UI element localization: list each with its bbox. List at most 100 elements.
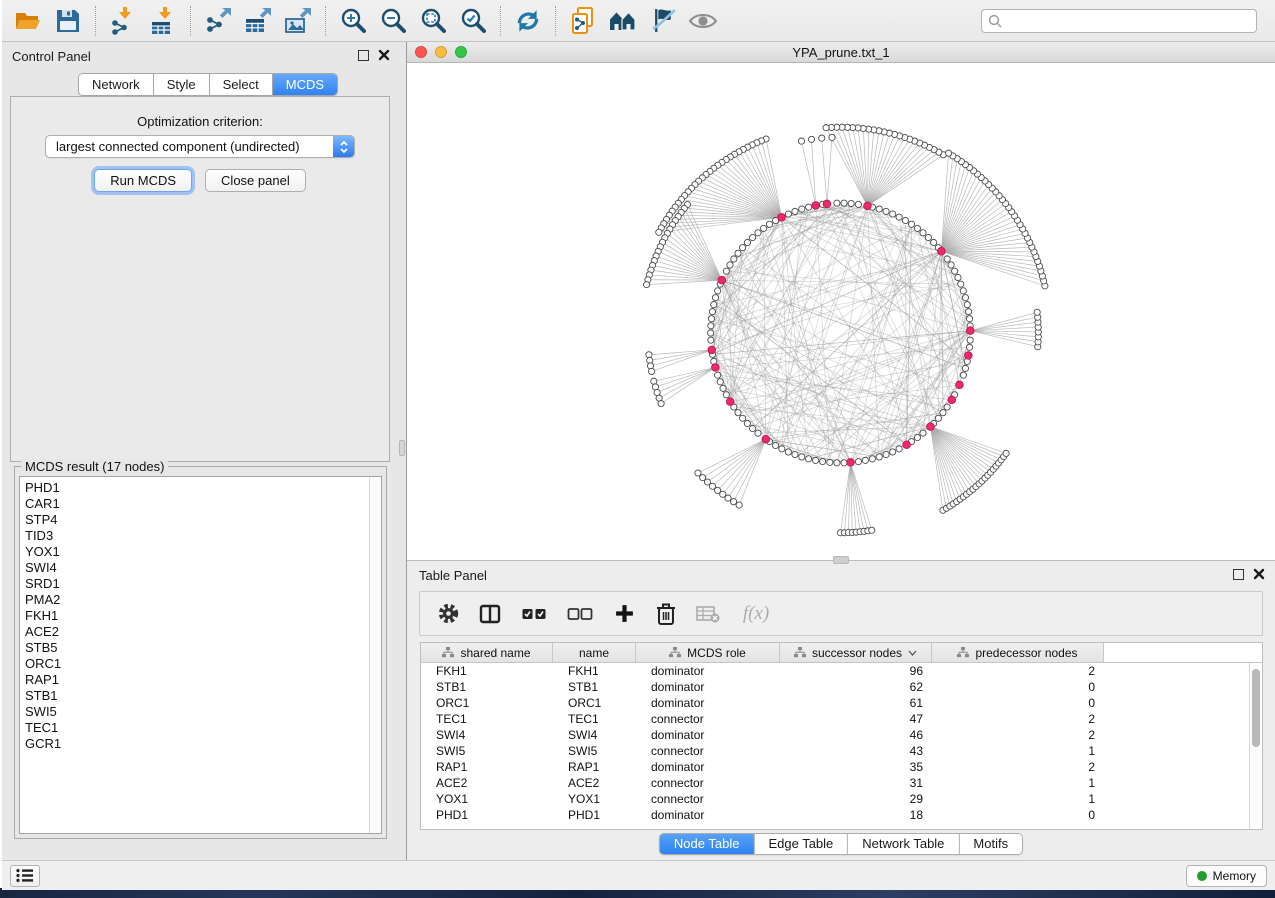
float-table-panel-icon[interactable] xyxy=(1233,569,1244,580)
mcds-result-item[interactable]: STP4 xyxy=(25,512,381,528)
open-session-button[interactable] xyxy=(8,3,48,39)
graph-node[interactable] xyxy=(750,234,756,240)
graph-node[interactable] xyxy=(806,456,812,462)
graph-edge[interactable] xyxy=(650,350,712,360)
zoom-out-button[interactable] xyxy=(373,3,413,39)
graph-mcds-node[interactable] xyxy=(712,364,720,372)
graph-edge[interactable] xyxy=(703,439,766,477)
graph-node[interactable] xyxy=(708,323,714,329)
graph-edge[interactable] xyxy=(652,350,712,371)
graph-node[interactable] xyxy=(966,344,972,350)
graph-node[interactable] xyxy=(723,392,729,398)
mcds-result-item[interactable]: SWI5 xyxy=(25,704,381,720)
maximize-window-icon[interactable] xyxy=(455,46,467,58)
graph-mcds-node[interactable] xyxy=(956,381,964,389)
graph-mcds-node[interactable] xyxy=(726,398,734,406)
graph-node[interactable] xyxy=(944,404,950,410)
graph-edge[interactable] xyxy=(867,147,929,206)
graph-node[interactable] xyxy=(740,415,746,421)
mcds-result-item[interactable]: PMA2 xyxy=(25,592,381,608)
graph-edge[interactable] xyxy=(718,439,766,490)
minimize-window-icon[interactable] xyxy=(435,46,447,58)
task-history-button[interactable] xyxy=(10,865,40,887)
graph-node[interactable] xyxy=(966,316,972,322)
export-network-button[interactable] xyxy=(198,3,238,39)
graph-edge[interactable] xyxy=(722,280,879,457)
graph-node[interactable] xyxy=(896,214,902,220)
vertical-splitter[interactable] xyxy=(398,42,407,860)
table-row[interactable]: TEC1TEC1connector472 xyxy=(421,711,1249,727)
tab-mcds[interactable]: MCDS xyxy=(273,74,337,95)
tab-style[interactable]: Style xyxy=(154,74,210,95)
graph-node[interactable] xyxy=(958,281,964,287)
graph-edge[interactable] xyxy=(718,165,782,217)
mcds-result-item[interactable]: YOX1 xyxy=(25,544,381,560)
graph-node[interactable] xyxy=(896,446,902,452)
delete-table-button[interactable] xyxy=(694,599,722,629)
mcds-result-item[interactable]: STB1 xyxy=(25,688,381,704)
graph-node[interactable] xyxy=(723,268,729,274)
graph-node[interactable] xyxy=(902,217,908,223)
graph-edge[interactable] xyxy=(827,137,832,203)
close-window-icon[interactable] xyxy=(415,46,427,58)
graph-edge[interactable] xyxy=(647,280,722,284)
mcds-result-item[interactable]: CAR1 xyxy=(25,496,381,512)
mcds-result-item[interactable]: ACE2 xyxy=(25,624,381,640)
graph-node[interactable] xyxy=(785,449,791,455)
graph-node[interactable] xyxy=(869,456,875,462)
graph-node[interactable] xyxy=(792,208,798,214)
graph-edge[interactable] xyxy=(657,367,715,392)
graph-edge[interactable] xyxy=(661,367,715,403)
mcds-result-item[interactable]: SWI4 xyxy=(25,560,381,576)
tab-node-table[interactable]: Node Table xyxy=(660,834,755,854)
graph-node[interactable] xyxy=(760,225,766,231)
graph-edge[interactable] xyxy=(886,326,970,455)
graph-mcds-node[interactable] xyxy=(927,423,935,431)
mcds-result-item[interactable]: PHD1 xyxy=(25,480,381,496)
graph-node[interactable] xyxy=(766,221,772,227)
zoom-selected-button[interactable] xyxy=(453,3,493,39)
network-window-titlebar[interactable]: YPA_prune.txt_1 xyxy=(407,42,1275,63)
graph-node[interactable] xyxy=(920,430,926,436)
graph-edge[interactable] xyxy=(654,367,716,381)
table-row[interactable]: FKH1FKH1dominator962 xyxy=(421,663,1249,679)
graph-mcds-node[interactable] xyxy=(823,200,831,208)
network-canvas[interactable] xyxy=(407,63,1275,560)
table-scrollbar[interactable] xyxy=(1249,663,1262,829)
graph-edge[interactable] xyxy=(941,251,1039,266)
graph-node[interactable] xyxy=(799,206,805,212)
tab-select[interactable]: Select xyxy=(210,74,273,95)
graph-mcds-node[interactable] xyxy=(903,441,911,449)
graph-mcds-node[interactable] xyxy=(718,276,726,284)
graph-node[interactable] xyxy=(890,211,896,217)
graph-node[interactable] xyxy=(798,138,804,144)
graph-node[interactable] xyxy=(755,230,761,236)
graph-node[interactable] xyxy=(772,442,778,448)
select-all-rows-button[interactable] xyxy=(518,599,550,629)
graph-node[interactable] xyxy=(792,451,798,457)
graph-mcds-node[interactable] xyxy=(948,396,956,404)
graph-node[interactable] xyxy=(735,250,741,256)
graph-mcds-node[interactable] xyxy=(762,435,770,443)
show-all-button[interactable] xyxy=(683,3,723,39)
graph-node[interactable] xyxy=(785,211,791,217)
graph-mcds-node[interactable] xyxy=(812,202,820,210)
graph-node[interactable] xyxy=(712,295,718,301)
table-row[interactable]: STB1STB1dominator620 xyxy=(421,679,1249,695)
graph-mcds-node[interactable] xyxy=(847,459,855,467)
zoom-fit-button[interactable] xyxy=(413,3,453,39)
graph-node[interactable] xyxy=(740,245,746,251)
graph-node[interactable] xyxy=(848,200,854,206)
graph-mcds-node[interactable] xyxy=(967,327,975,335)
export-image-button[interactable] xyxy=(278,3,318,39)
graph-node[interactable] xyxy=(890,449,896,455)
graph-edge[interactable] xyxy=(867,150,934,206)
graph-node[interactable] xyxy=(862,457,868,463)
graph-node[interactable] xyxy=(908,221,914,227)
column-header-mcds-role[interactable]: MCDS role xyxy=(636,643,780,662)
graph-node[interactable] xyxy=(736,502,742,508)
graph-edge[interactable] xyxy=(728,439,766,498)
tab-network-table[interactable]: Network Table xyxy=(848,834,959,854)
graph-node[interactable] xyxy=(708,330,714,336)
graph-edge[interactable] xyxy=(712,439,765,486)
